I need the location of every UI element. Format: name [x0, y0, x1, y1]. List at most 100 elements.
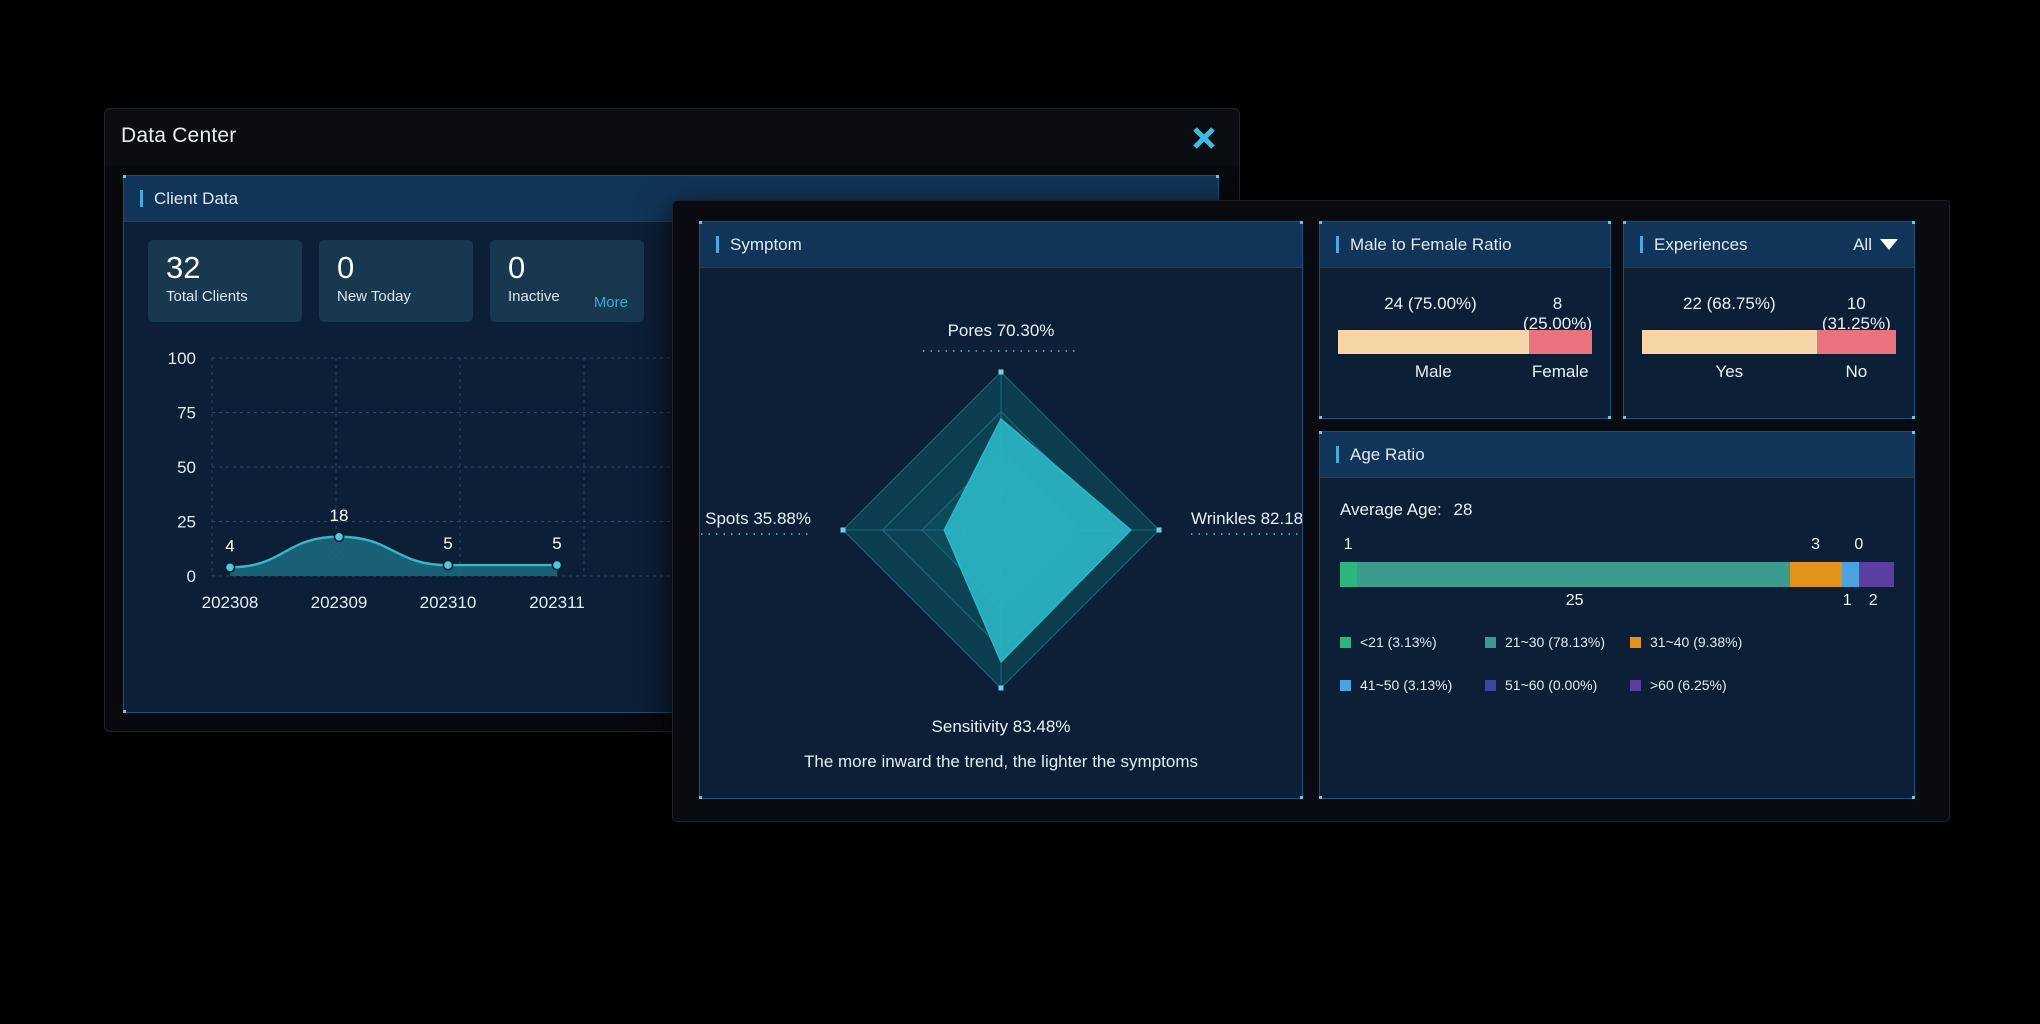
close-icon[interactable]: [1186, 120, 1222, 156]
legend-item[interactable]: 21~30 (78.13%): [1485, 634, 1630, 650]
ratio-segment-male: [1338, 330, 1529, 354]
legend-swatch-icon: [1630, 679, 1641, 691]
average-age-value: 28: [1453, 500, 1473, 519]
stat-value: 32: [166, 250, 201, 285]
stat-label: Total Clients: [166, 288, 248, 305]
accent-bar-icon: [1640, 236, 1643, 253]
experiences-header: Experiences All: [1624, 222, 1914, 268]
symptom-panel: Symptom Pores 70.30% Wrinkles 82.18% Sensi…: [699, 221, 1303, 799]
stat-label: New Today: [337, 288, 411, 305]
svg-text:Spots 35.88%: Spots 35.88%: [705, 509, 811, 528]
experiences-segment-no: [1816, 330, 1896, 354]
ratio-name-female: Female: [1531, 362, 1589, 381]
age-segment-1: [1357, 562, 1791, 587]
legend-label: 31~40 (9.38%): [1650, 634, 1743, 650]
symptom-body: Pores 70.30% Wrinkles 82.18% Sensitivity 8…: [700, 268, 1302, 798]
svg-text:202310: 202310: [420, 593, 477, 612]
age-label-below: 25: [1565, 592, 1584, 609]
svg-text:5: 5: [552, 534, 561, 553]
legend-item[interactable]: 51~60 (0.00%): [1485, 677, 1630, 693]
age-segment-5: [1859, 562, 1894, 587]
client-data-title: Client Data: [154, 188, 239, 208]
panel-corner-tl: [123, 175, 126, 178]
age-legend: <21 (3.13%) 21~30 (78.13%) 31~40 (9.38%) 41…: [1340, 634, 1900, 693]
legend-label: >60 (6.25%): [1650, 677, 1727, 693]
experiences-filter-dropdown[interactable]: All: [1853, 235, 1898, 255]
symptom-note: The more inward the trend, the lighter t…: [803, 752, 1198, 771]
ratio-bar: [1338, 330, 1592, 354]
age-label-below: 1: [1842, 592, 1852, 609]
symptom-title: Symptom: [730, 234, 802, 254]
panel-corner-tl: [1319, 431, 1322, 434]
panel-corner-tl: [1319, 221, 1322, 224]
age-label-above: 0: [1854, 536, 1864, 553]
age-stacked-bar: [1340, 562, 1894, 587]
experiences-value-no: 10 (31.25%): [1821, 294, 1891, 333]
experiences-name-no: No: [1845, 362, 1868, 381]
svg-text:50: 50: [177, 458, 196, 477]
ratio-value-male: 24 (75.00%): [1384, 294, 1477, 313]
legend-swatch-icon: [1340, 636, 1351, 648]
age-ratio-title: Age Ratio: [1350, 444, 1425, 464]
ratio-values: 24 (75.00%) 8 (25.00%): [1338, 294, 1592, 334]
svg-text:18: 18: [330, 506, 349, 525]
experiences-segment-yes: [1642, 330, 1817, 354]
ratio-name-male: Male: [1414, 362, 1452, 381]
legend-swatch-icon: [1485, 679, 1496, 691]
average-age-label: Average Age:: [1340, 500, 1442, 519]
svg-text:202308: 202308: [202, 593, 259, 612]
age-ratio-panel: Age Ratio Average Age: 28 130 25 1 2 <21 (…: [1319, 431, 1915, 799]
age-segment-0: [1340, 562, 1358, 587]
window-titlebar: Data Center: [105, 109, 1239, 165]
svg-text:100: 100: [168, 349, 196, 368]
accent-bar-icon: [716, 236, 719, 253]
experiences-body: 22 (68.75%) 10 (31.25%) Yes No: [1624, 268, 1914, 418]
experiences-name-yes: Yes: [1715, 362, 1744, 381]
svg-text:25: 25: [177, 513, 196, 532]
age-label-above: 1: [1343, 536, 1353, 553]
legend-item[interactable]: 31~40 (9.38%): [1630, 634, 1900, 650]
legend-item[interactable]: <21 (3.13%): [1340, 634, 1485, 650]
panel-corner-tl: [699, 221, 702, 224]
stat-card-new-today[interactable]: 0 New Today: [319, 240, 473, 322]
stat-card-row: 32 Total Clients 0 New Today 0 Inactive …: [148, 240, 644, 322]
stat-card-inactive[interactable]: 0 Inactive More: [490, 240, 644, 322]
ratio-title: Male to Female Ratio: [1350, 234, 1512, 254]
age-label-above: 3: [1811, 536, 1820, 553]
legend-swatch-icon: [1630, 636, 1641, 648]
panel-corner-bl: [123, 710, 126, 713]
experiences-title: Experiences: [1654, 234, 1748, 254]
panel-corner-tr: [1300, 221, 1303, 224]
legend-label: 21~30 (78.13%): [1505, 634, 1606, 650]
ratio-names: Male Female: [1338, 362, 1592, 382]
svg-text:Sensitivity 83.48%: Sensitivity 83.48%: [932, 717, 1071, 736]
svg-text:5: 5: [443, 534, 452, 553]
stat-card-total-clients[interactable]: 32 Total Clients: [148, 240, 302, 322]
analytics-overlay-window: Symptom Pores 70.30% Wrinkles 82.18% Sensi…: [672, 200, 1950, 822]
experiences-values: 22 (68.75%) 10 (31.25%): [1642, 294, 1896, 334]
svg-text:202311: 202311: [529, 593, 584, 612]
experiences-bar: [1642, 330, 1896, 354]
stat-value: 0: [337, 250, 355, 285]
symptom-radar-chart: Pores 70.30% Wrinkles 82.18% Sensitivity 8…: [700, 321, 1302, 736]
legend-swatch-icon: [1340, 679, 1351, 691]
experiences-panel: Experiences All 22 (68.75%) 10 (31.25%) …: [1623, 221, 1915, 419]
age-ratio-header: Age Ratio: [1320, 432, 1914, 478]
panel-corner-tr: [1912, 431, 1915, 434]
symptom-header: Symptom: [700, 222, 1302, 268]
age-bar-bottom-labels: 25 1 2: [1340, 592, 1894, 612]
legend-item[interactable]: 41~50 (3.13%): [1340, 677, 1485, 693]
legend-label: <21 (3.13%): [1360, 634, 1437, 650]
age-label-below: 2: [1868, 592, 1878, 609]
panel-corner-tr: [1608, 221, 1611, 224]
experiences-names: Yes No: [1642, 362, 1896, 382]
page-title: Data Center: [121, 124, 237, 147]
more-link[interactable]: More: [594, 294, 628, 311]
age-segment-2: [1790, 562, 1843, 587]
age-segment-3: [1842, 562, 1860, 587]
legend-label: 51~60 (0.00%): [1505, 677, 1598, 693]
ratio-value-female: 8 (25.00%): [1523, 294, 1592, 333]
chevron-down-icon: [1880, 239, 1898, 250]
panel-corner-tr: [1912, 221, 1915, 224]
legend-item[interactable]: >60 (6.25%): [1630, 677, 1900, 693]
